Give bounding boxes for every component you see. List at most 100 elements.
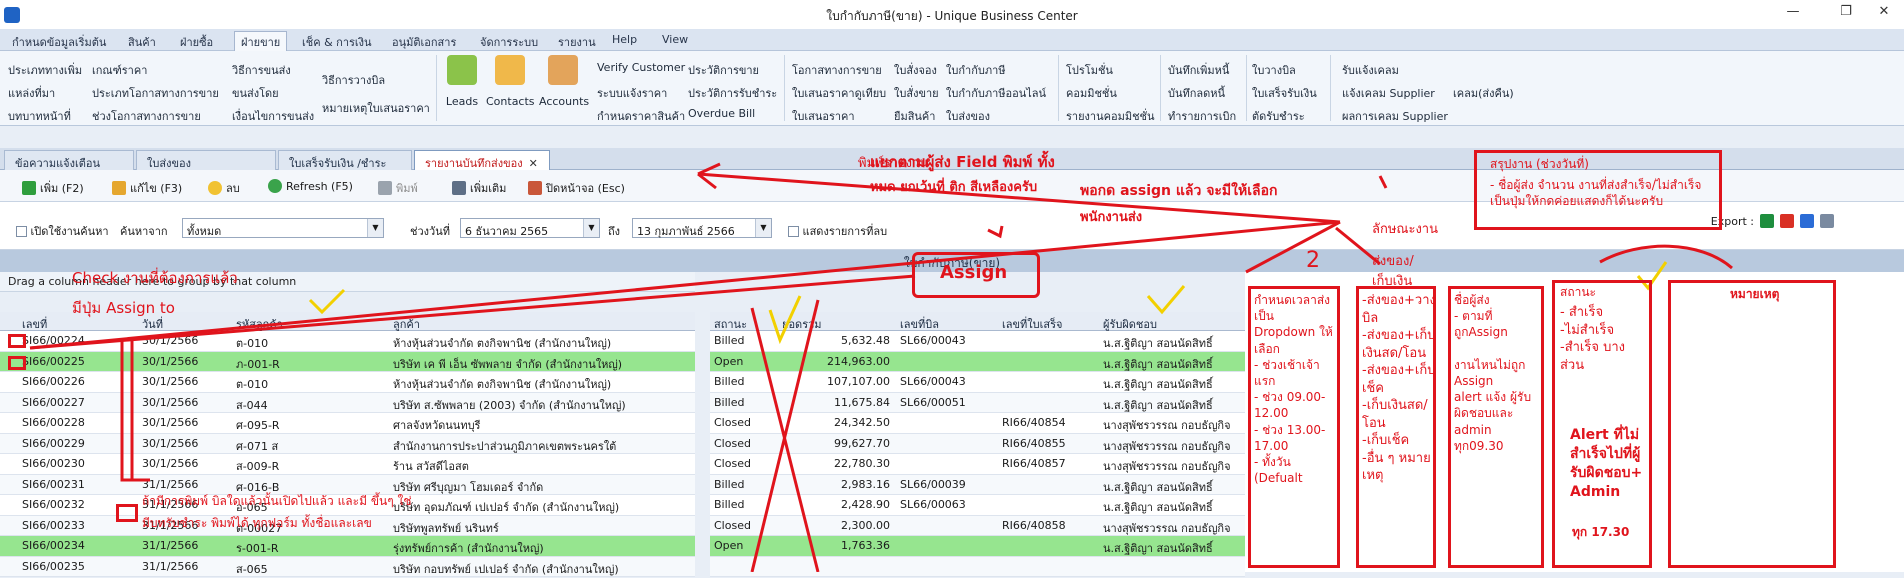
ribbon-item[interactable]: บทบาทหน้าที่ xyxy=(8,107,71,125)
refresh-button[interactable]: Refresh (F5) xyxy=(268,175,353,197)
menu-sales[interactable]: ฝ่ายขาย xyxy=(234,31,288,51)
menu-approve[interactable]: อนุมัติเอกสาร xyxy=(386,32,462,49)
print-button[interactable]: พิมพ์ xyxy=(378,175,418,197)
search-toggle-checkbox[interactable] xyxy=(16,226,27,237)
ribbon-item[interactable]: วิธีการวางบิล xyxy=(322,71,385,89)
tab-delivery[interactable]: ใบส่งของ xyxy=(136,150,276,170)
menu-help[interactable]: Help xyxy=(606,32,643,49)
ribbon-item[interactable]: Verify Customer xyxy=(597,61,685,74)
menu-finance[interactable]: เช็ค & การเงิน xyxy=(296,32,378,49)
ribbon-item[interactable]: โอกาสทางการขาย xyxy=(792,61,882,79)
ribbon-item[interactable]: ทำรายการเบิก xyxy=(1168,107,1236,125)
ribbon-item[interactable]: ผลการเคลม Supplier xyxy=(1342,107,1448,125)
menu-product[interactable]: สินค้า xyxy=(122,32,162,49)
row-checkbox-highlight[interactable] xyxy=(8,334,26,348)
show-deleted-checkbox[interactable] xyxy=(788,226,799,237)
ribbon-item[interactable]: ตัดรับชำระ xyxy=(1252,107,1305,125)
ribbon-item[interactable]: ใบสั่งจอง xyxy=(894,61,937,79)
table-row[interactable]: SI66/00226 30/1/2566 ต-010 ห้างหุ้นส่วนจำกั… xyxy=(0,372,695,393)
restore-icon[interactable]: ❐ xyxy=(1826,4,1866,24)
ribbon-item[interactable]: ช่วงโอกาสทางการขาย xyxy=(92,107,201,125)
row-checkbox-highlight[interactable] xyxy=(116,504,138,522)
minimize-icon[interactable]: — xyxy=(1773,4,1813,24)
table-row[interactable]: SI66/00228 30/1/2566 ศ-095-R ศาลจังหวัดนนทบ… xyxy=(0,413,695,434)
show-deleted-toggle[interactable]: แสดงรายการที่ลบ xyxy=(788,222,887,240)
date-to-input[interactable]: 13 กุมภาพันธ์ 2566 ▼ xyxy=(632,218,772,238)
ribbon-item[interactable]: ใบเสร็จรับเงิน xyxy=(1252,84,1317,102)
search-from-select[interactable]: ทั้งหมด ▼ xyxy=(182,218,384,238)
excel-icon[interactable] xyxy=(1760,214,1774,228)
ribbon-item[interactable]: รับแจ้งเคลม xyxy=(1342,61,1399,79)
ribbon-item[interactable]: ใบกำกับภาษีออนไลน์ xyxy=(946,84,1046,102)
table-row[interactable]: SI66/00235 31/1/2566 ส-065 บริษัท กอบทรัพย์… xyxy=(0,556,695,577)
table-row[interactable]: Billed 5,632.48 SL66/00043 น.ส.ฐิติญา สอนนั… xyxy=(710,331,1245,352)
ribbon-item[interactable]: โปรโมชั่น xyxy=(1066,61,1113,79)
ribbon-item[interactable]: ใบส่งของ xyxy=(946,107,990,125)
row-checkbox-highlight[interactable] xyxy=(8,356,26,370)
edit-button[interactable]: แก้ไข (F3) xyxy=(112,175,182,197)
ribbon-item[interactable]: ระบบแจ้งราคา xyxy=(597,84,667,102)
close-screen-button[interactable]: ปิดหน้าจอ (Esc) xyxy=(528,175,625,197)
table-row[interactable]: SI66/00224 30/1/2566 ต-010 ห้างหุ้นส่วนจำกั… xyxy=(0,331,695,352)
accounts-button[interactable]: Accounts xyxy=(539,55,589,123)
ribbon-item[interactable]: ใบกำกับภาษี xyxy=(946,61,1006,79)
table-row[interactable] xyxy=(710,556,1245,577)
close-tab-icon[interactable]: ✕ xyxy=(529,157,538,170)
ribbon-item[interactable]: คอมมิชชั่น xyxy=(1066,84,1117,102)
table-row[interactable]: Open 1,763.36 น.ส.ฐิติญา สอนนัดสิทธิ์ xyxy=(710,536,1245,557)
table-row[interactable]: Closed 24,342.50 RI66/40854 นางสุพัชรวรรณ ก… xyxy=(710,413,1245,434)
add-button[interactable]: เพิ่ม (F2) xyxy=(22,175,84,197)
table-row[interactable]: SI66/00234 31/1/2566 ร-001-R รุ่งทรัพย์การค… xyxy=(0,536,695,557)
assign-button[interactable]: Assign xyxy=(940,262,1007,283)
ribbon-item[interactable]: กำหนดราคาสินค้า xyxy=(597,107,685,125)
ribbon-item[interactable]: เงื่อนไขการขนส่ง xyxy=(232,107,314,125)
word-icon[interactable] xyxy=(1800,214,1814,228)
ribbon-item[interactable]: หมายเหตุใบเสนอราคา xyxy=(322,99,430,117)
close-icon[interactable]: ✕ xyxy=(1864,4,1904,24)
table-row[interactable]: SI66/00225 30/1/2566 ภ-001-R บริษัท เค พี เ… xyxy=(0,351,695,372)
ribbon-item[interactable]: ประเภทโอกาสทางการขาย xyxy=(92,84,219,102)
ribbon-item[interactable]: เกณฑ์ราคา xyxy=(92,61,147,79)
table-row[interactable]: Billed 107,107.00 SL66/00043 น.ส.ฐิติญา สอน… xyxy=(710,372,1245,393)
ribbon-item[interactable]: เคลม(ส่งคืน) xyxy=(1453,84,1514,102)
print-export-icon[interactable] xyxy=(1820,214,1834,228)
tab-delivery-report[interactable]: รายงานบันทึกส่งของ ✕ xyxy=(414,150,550,170)
menu-report[interactable]: รายงาน xyxy=(552,32,602,49)
menu-system[interactable]: จัดการระบบ xyxy=(474,32,544,49)
ribbon-item[interactable]: แหล่งที่มา xyxy=(8,84,55,102)
contacts-button[interactable]: Contacts xyxy=(486,55,535,123)
pdf-icon[interactable] xyxy=(1780,214,1794,228)
ribbon-item[interactable]: ใบวางบิล xyxy=(1252,61,1296,79)
ribbon-item[interactable]: วิธีการขนส่ง xyxy=(232,61,291,79)
table-row[interactable]: Billed 2,428.90 SL66/00063 น.ส.ฐิติญา สอนนั… xyxy=(710,495,1245,516)
menu-view[interactable]: View xyxy=(656,32,694,49)
ribbon-item[interactable]: แจ้งเคลม Supplier xyxy=(1342,84,1435,102)
ribbon-item[interactable]: ใบเสนอราคา xyxy=(792,107,855,125)
ribbon-item[interactable]: ประวัติการรับชำระ xyxy=(688,84,777,102)
table-row[interactable]: Closed 99,627.70 RI66/40855 นางสุพัชรวรรณ ก… xyxy=(710,433,1245,454)
more-button[interactable]: เพิ่มเติม xyxy=(452,175,506,197)
ribbon-item[interactable]: ใบเสนอราคาดูเทียบ xyxy=(792,84,886,102)
ribbon-item[interactable]: บันทึกเพิ่มหนี้ xyxy=(1168,61,1229,79)
leads-button[interactable]: Leads xyxy=(438,55,486,123)
table-row[interactable]: SI66/00230 30/1/2566 ส-009-R ร้าน สวัสดีไอส… xyxy=(0,454,695,475)
table-row[interactable]: SI66/00227 30/1/2566 ส-044 บริษัท ส.ซัพพลาย… xyxy=(0,392,695,413)
ribbon-item[interactable]: ขนส่งโดย xyxy=(232,84,279,102)
table-row[interactable]: SI66/00229 30/1/2566 ศ-071 ส สำนักงานการประ… xyxy=(0,433,695,454)
search-toggle[interactable]: เปิดใช้งานค้นหา xyxy=(16,222,109,240)
ribbon-item[interactable]: ประวัติการขาย xyxy=(688,61,759,79)
ribbon-item[interactable]: ใบสั่งขาย xyxy=(894,84,939,102)
table-row[interactable]: Closed 22,780.30 RI66/40857 นางสุพัชรวรรณ ก… xyxy=(710,454,1245,475)
ribbon-item[interactable]: รายงานคอมมิชชั่น xyxy=(1066,107,1155,125)
ribbon-item[interactable]: ยืมสินค้า xyxy=(894,107,935,125)
delete-button[interactable]: ลบ xyxy=(208,175,240,197)
table-row[interactable]: Open 214,963.00 น.ส.ฐิติญา สอนนัดสิทธิ์ xyxy=(710,351,1245,372)
menu-setup[interactable]: กำหนดข้อมูลเริ่มต้น xyxy=(6,32,112,49)
ribbon-item[interactable]: ประเภททางเพิ่ม xyxy=(8,61,82,79)
date-from-input[interactable]: 6 ธันวาคม 2565 ▼ xyxy=(460,218,600,238)
tab-alerts[interactable]: ข้อความแจ้งเตือน xyxy=(4,150,134,170)
ribbon-item[interactable]: บันทึกลดหนี้ xyxy=(1168,84,1225,102)
ribbon-item[interactable]: Overdue Bill xyxy=(688,107,755,120)
table-row[interactable]: Billed 11,675.84 SL66/00051 น.ส.ฐิติญา สอนน… xyxy=(710,392,1245,413)
table-row[interactable]: Billed 2,983.16 SL66/00039 น.ส.ฐิติญา สอนนั… xyxy=(710,474,1245,495)
